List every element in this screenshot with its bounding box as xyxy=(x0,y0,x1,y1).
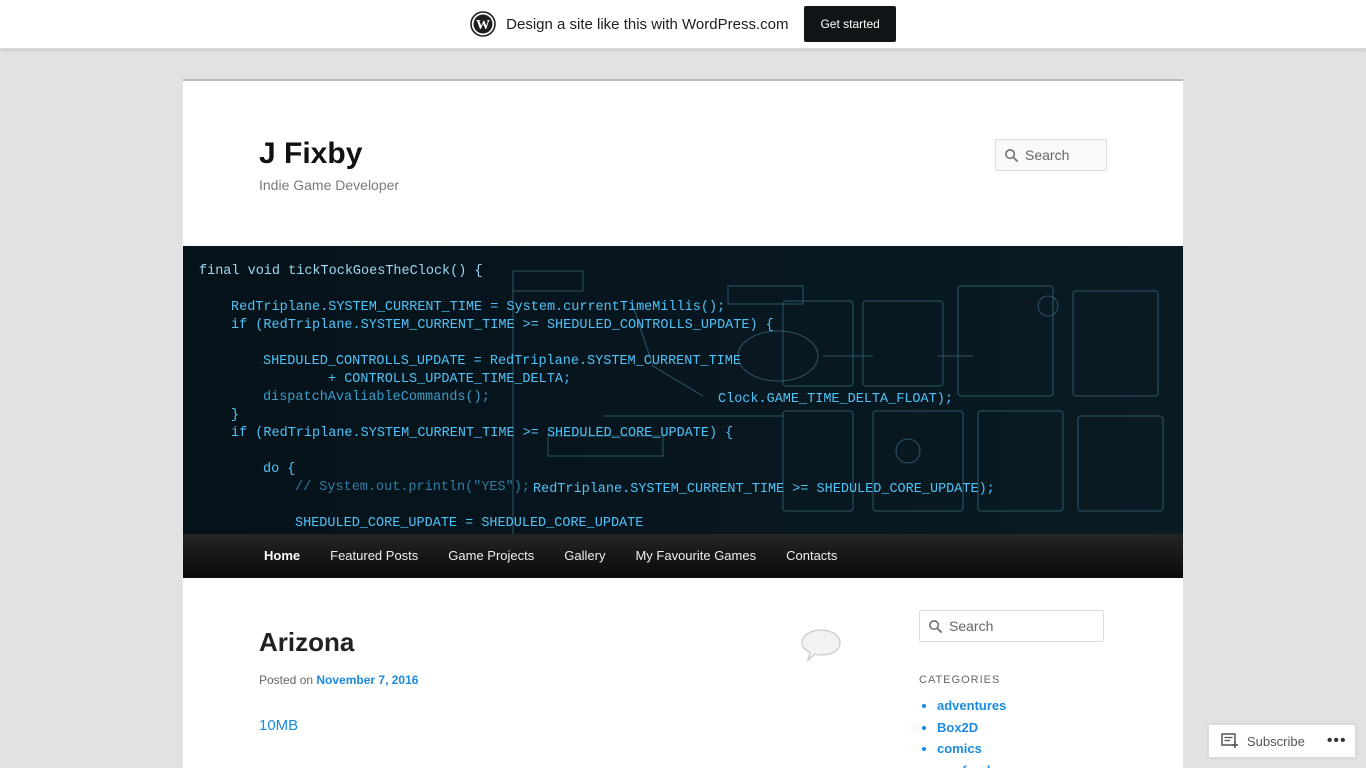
post-date-link[interactable]: November 7, 2016 xyxy=(316,673,418,687)
nav-item-my-favourite-games[interactable]: My Favourite Games xyxy=(620,534,771,578)
code-line-10: // System.out.println("YES"); xyxy=(295,480,530,495)
categories-heading: CATEGORIES xyxy=(919,674,1001,686)
code-line-8: if (RedTriplane.SYSTEM_CURRENT_TIME >= S… xyxy=(231,426,733,441)
comment-bubble-icon[interactable] xyxy=(799,627,843,663)
sidebar-search-input[interactable]: Search xyxy=(919,610,1104,642)
svg-text:W: W xyxy=(476,18,490,33)
post-meta: Posted on November 7, 2016 xyxy=(259,673,418,687)
nav-item-featured-posts[interactable]: Featured Posts xyxy=(315,534,433,578)
nav-item-game-projects[interactable]: Game Projects xyxy=(433,534,549,578)
code-line-2: RedTriplane.SYSTEM_CURRENT_TIME = System… xyxy=(231,300,725,315)
wordpress-banner-text[interactable]: Design a site like this with WordPress.c… xyxy=(506,16,788,33)
category-item-box2d[interactable]: Box2D xyxy=(937,717,1006,739)
site-title[interactable]: J Fixby xyxy=(259,137,362,171)
subscribe-button[interactable]: Subscribe xyxy=(1247,734,1305,749)
code-line-12: RedTriplane.SYSTEM_CURRENT_TIME >= SHEDU… xyxy=(533,482,995,497)
header-code-art: final void tickTockGoesTheClock() { RedT… xyxy=(183,246,1183,534)
site-description: Indie Game Developer xyxy=(259,177,400,193)
code-line-3: if (RedTriplane.SYSTEM_CURRENT_TIME >= S… xyxy=(231,318,774,333)
posted-on-label: Posted on xyxy=(259,673,314,687)
header-image[interactable]: final void tickTockGoesTheClock() { RedT… xyxy=(183,246,1183,534)
code-line-4: SHEDULED_CONTROLLS_UPDATE = RedTriplane.… xyxy=(263,354,741,369)
code-line-9: do { xyxy=(263,462,295,477)
more-options-icon[interactable]: ••• xyxy=(1327,732,1347,750)
code-line-13: Clock.GAME_TIME_DELTA_FLOAT); xyxy=(718,392,953,407)
page-container: J Fixby Indie Game Developer Search fina… xyxy=(183,79,1183,768)
categories-list: adventures Box2D comics eye food xyxy=(919,695,1006,768)
code-line-11: SHEDULED_CORE_UPDATE = SHEDULED_CORE_UPD… xyxy=(295,516,643,531)
search-icon xyxy=(1005,148,1019,162)
get-started-button[interactable]: Get started xyxy=(804,6,896,42)
code-line-5: + CONTROLLS_UPDATE_TIME_DELTA; xyxy=(328,372,571,387)
post-content-link[interactable]: 10MB xyxy=(259,717,298,734)
wordpress-banner: W Design a site like this with WordPress… xyxy=(0,0,1366,49)
code-line-1: final void tickTockGoesTheClock() { xyxy=(199,264,483,279)
main-navigation: Home Featured Posts Game Projects Galler… xyxy=(183,534,1183,578)
header-search-placeholder: Search xyxy=(1025,147,1070,163)
subscribe-widget: Subscribe ••• xyxy=(1208,724,1356,758)
category-item-comics[interactable]: comics xyxy=(937,738,1006,760)
nav-item-gallery[interactable]: Gallery xyxy=(549,534,620,578)
post-title[interactable]: Arizona xyxy=(259,627,354,658)
code-line-6: dispatchAvaliableCommands(); xyxy=(263,390,490,405)
header-search-input[interactable]: Search xyxy=(995,139,1107,171)
nav-item-contacts[interactable]: Contacts xyxy=(771,534,852,578)
search-icon xyxy=(929,619,943,633)
category-item-adventures[interactable]: adventures xyxy=(937,695,1006,717)
wordpress-logo-icon[interactable]: W xyxy=(470,11,496,37)
subscribe-icon[interactable] xyxy=(1221,733,1239,749)
sidebar-search-placeholder: Search xyxy=(949,618,994,634)
code-line-7: } xyxy=(231,408,239,423)
nav-item-home[interactable]: Home xyxy=(249,534,315,578)
category-item-eye-food[interactable]: eye food xyxy=(937,760,1006,768)
